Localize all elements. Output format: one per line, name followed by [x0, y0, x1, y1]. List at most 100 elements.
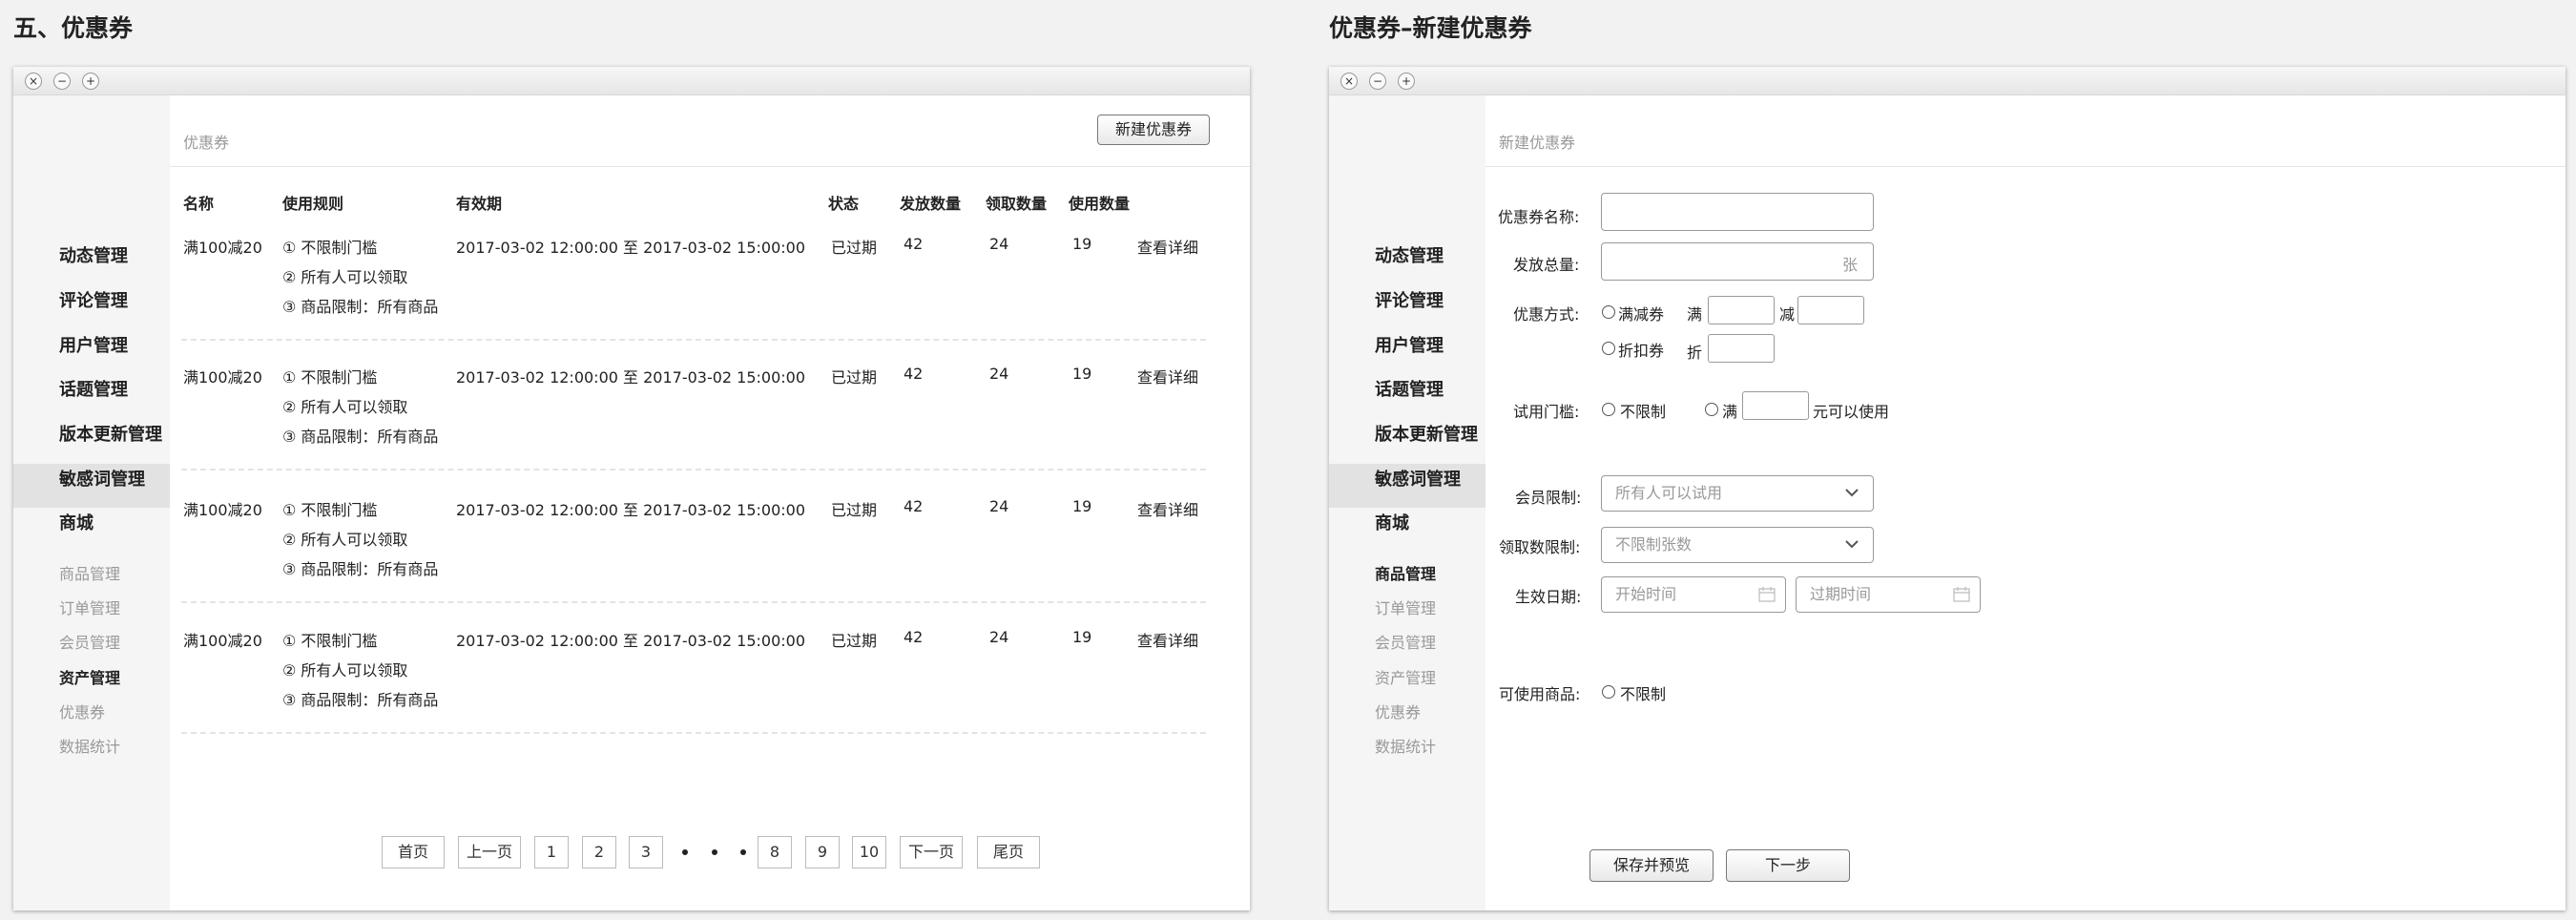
full-reduce-radio[interactable]	[1602, 305, 1615, 319]
end-date-placeholder: 过期时间	[1810, 585, 1872, 603]
received-count-cell: 24	[989, 365, 1009, 383]
breadcrumb: 优惠券	[183, 134, 230, 152]
received-count-cell: 24	[989, 628, 1009, 646]
reduce-amount-input[interactable]	[1797, 296, 1864, 324]
page-prev-button[interactable]: 上一页	[458, 836, 521, 868]
full-reduce-label: 满减券	[1618, 305, 1665, 324]
discount-rate-input[interactable]	[1708, 334, 1775, 363]
sidebar-subitem-statistics[interactable]: 数据统计	[1375, 734, 1436, 757]
sidebar-item-version-update[interactable]: 版本更新管理	[1375, 421, 1478, 446]
rule-cell: ③ 商品限制：所有商品	[282, 428, 439, 446]
status-cell: 已过期	[831, 239, 878, 257]
start-date-input[interactable]: 开始时间	[1601, 576, 1786, 613]
ellipsis-dot	[712, 849, 717, 855]
sidebar-subitem-goods[interactable]: 商品管理	[59, 561, 120, 584]
ellipsis-dot	[740, 849, 746, 855]
sidebar-item-mall[interactable]: 商城	[1375, 510, 1409, 534]
total-quantity-input[interactable]: 张	[1601, 242, 1874, 281]
section-title-coupons: 五、优惠券	[13, 14, 134, 42]
sidebar-item-sensitive-words[interactable]: 敏感词管理	[1375, 466, 1461, 491]
sidebar-subitem-coupons[interactable]: 优惠券	[1375, 700, 1421, 722]
threshold-suffix-label: 元可以使用	[1813, 403, 1890, 421]
sidebar-subitem-assets[interactable]: 资产管理	[1375, 665, 1436, 688]
discount-label: 折扣券	[1618, 342, 1665, 360]
page-number-button[interactable]: 1	[534, 836, 569, 868]
sidebar-item-topics[interactable]: 话题管理	[59, 376, 128, 401]
threshold-none-radio[interactable]	[1602, 403, 1615, 416]
column-header-used: 使用数量	[1069, 195, 1131, 213]
sidebar-subitem-members[interactable]: 会员管理	[1375, 630, 1436, 653]
issued-count-cell: 42	[904, 365, 924, 383]
sidebar-item-users[interactable]: 用户管理	[1375, 332, 1444, 357]
threshold-full-radio[interactable]	[1705, 403, 1718, 416]
page-first-button[interactable]: 首页	[382, 836, 445, 868]
view-detail-link[interactable]: 查看详细	[1137, 235, 1198, 258]
coupon-name-label: 优惠券名称:	[1498, 208, 1580, 226]
sidebar-subitem-orders[interactable]: 订单管理	[59, 596, 120, 618]
view-detail-link[interactable]: 查看详细	[1137, 365, 1198, 387]
used-count-cell: 19	[1072, 365, 1092, 383]
threshold-label: 试用门槛:	[1513, 403, 1580, 421]
view-detail-link[interactable]: 查看详细	[1137, 497, 1198, 520]
sidebar-subitem-orders[interactable]: 订单管理	[1375, 596, 1436, 618]
coupon-name-input[interactable]	[1601, 193, 1874, 231]
column-header-received: 领取数量	[986, 195, 1048, 213]
reduce-label: 减	[1779, 305, 1796, 324]
sidebar-item-users[interactable]: 用户管理	[59, 332, 128, 357]
sidebar-subitem-statistics[interactable]: 数据统计	[59, 734, 120, 757]
page-number-button[interactable]: 8	[758, 836, 792, 868]
coupon-name-cell: 满100减20	[183, 501, 262, 519]
sidebar-subitem-goods[interactable]: 商品管理	[1375, 561, 1436, 584]
sidebar-subitem-assets[interactable]: 资产管理	[59, 665, 120, 688]
used-count-cell: 19	[1072, 628, 1092, 646]
page-last-button[interactable]: 尾页	[977, 836, 1040, 868]
threshold-amount-input[interactable]	[1742, 391, 1809, 420]
sidebar-item-dynamics[interactable]: 动态管理	[59, 242, 128, 267]
close-icon[interactable]: ×	[1340, 73, 1358, 90]
rule-cell: ① 不限制门槛	[282, 632, 378, 650]
discount-radio[interactable]	[1602, 342, 1615, 355]
next-step-button[interactable]: 下一步	[1726, 849, 1850, 882]
minimize-icon[interactable]: −	[1369, 73, 1386, 90]
status-cell: 已过期	[831, 501, 878, 519]
goods-none-radio[interactable]	[1602, 685, 1615, 699]
rule-cell: ② 所有人可以领取	[282, 661, 408, 680]
column-header-rule: 使用规则	[282, 195, 344, 213]
sidebar-subitem-members[interactable]: 会员管理	[59, 630, 120, 653]
view-detail-link[interactable]: 查看详细	[1137, 628, 1198, 651]
new-coupon-button[interactable]: 新建优惠券	[1097, 115, 1210, 145]
save-preview-button[interactable]: 保存并预览	[1589, 849, 1714, 882]
sidebar-item-mall[interactable]: 商城	[59, 510, 93, 534]
page-number-button[interactable]: 9	[805, 836, 840, 868]
sidebar-item-comments[interactable]: 评论管理	[1375, 287, 1444, 312]
received-count-cell: 24	[989, 235, 1009, 253]
maximize-icon[interactable]: +	[82, 73, 99, 90]
full-amount-input[interactable]	[1708, 296, 1775, 324]
rule-cell: ② 所有人可以领取	[282, 398, 408, 416]
claim-limit-select[interactable]: 不限制张数	[1601, 527, 1874, 563]
end-date-input[interactable]: 过期时间	[1796, 576, 1981, 613]
minimize-icon[interactable]: −	[53, 73, 71, 90]
sidebar-item-sensitive-words[interactable]: 敏感词管理	[59, 466, 145, 491]
maximize-icon[interactable]: +	[1398, 73, 1415, 90]
issued-count-cell: 42	[904, 628, 924, 646]
page-next-button[interactable]: 下一页	[900, 836, 963, 868]
page-number-button[interactable]: 2	[582, 836, 616, 868]
page-number-button[interactable]: 3	[629, 836, 663, 868]
threshold-full-label: 满	[1722, 403, 1738, 421]
issued-count-cell: 42	[904, 497, 924, 515]
rule-cell: ③ 商品限制：所有商品	[282, 560, 439, 578]
discount-rate-label: 折	[1687, 344, 1703, 362]
sidebar-item-dynamics[interactable]: 动态管理	[1375, 242, 1444, 267]
sidebar-subitem-coupons[interactable]: 优惠券	[59, 700, 105, 722]
sidebar-item-comments[interactable]: 评论管理	[59, 287, 128, 312]
close-icon[interactable]: ×	[25, 73, 42, 90]
page-number-button[interactable]: 10	[852, 836, 886, 868]
sidebar-item-version-update[interactable]: 版本更新管理	[59, 421, 162, 446]
member-limit-select[interactable]: 所有人可以试用	[1601, 475, 1874, 512]
chevron-down-icon	[1845, 540, 1859, 549]
goods-none-label: 不限制	[1620, 685, 1667, 703]
sidebar-item-topics[interactable]: 话题管理	[1375, 376, 1444, 401]
row-divider	[181, 732, 1206, 734]
header-divider	[170, 166, 1250, 167]
